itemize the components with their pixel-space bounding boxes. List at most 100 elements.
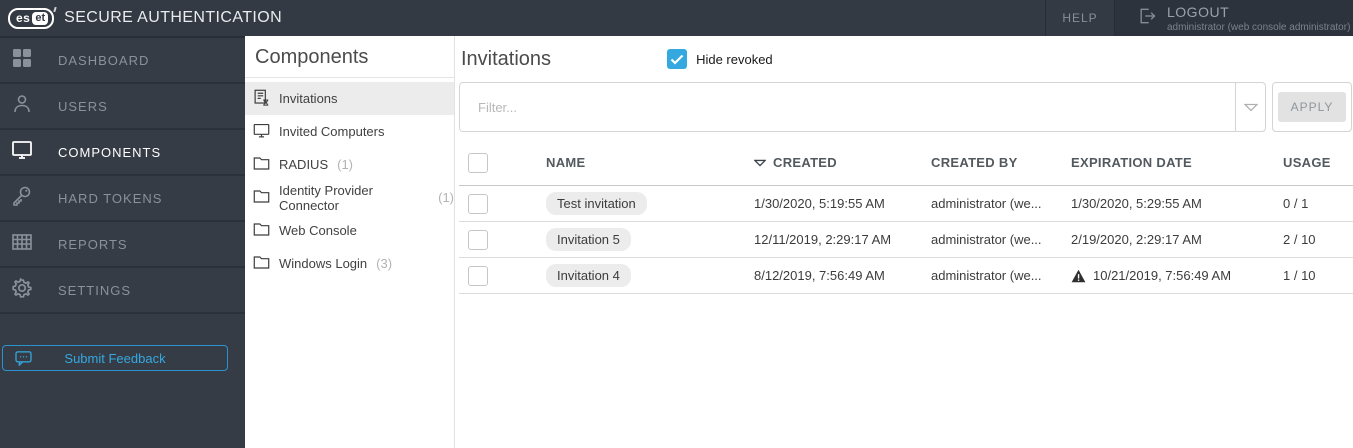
sidebar-item-label: SETTINGS <box>58 282 132 298</box>
invitations-table: NAME CREATED CREATED BY EXPIRATION DATE … <box>459 140 1353 294</box>
column-header-created[interactable]: CREATED <box>754 155 931 170</box>
usage-cell: 2 / 10 <box>1283 232 1316 247</box>
expiration-cell: 10/21/2019, 7:56:49 AM <box>1071 268 1283 283</box>
key-icon <box>10 184 34 213</box>
invitation-name-badge: Invitation 4 <box>546 264 631 287</box>
top-bar: es et SECURE AUTHENTICATION HELP LOGOUT … <box>0 0 1353 36</box>
column-header-usage[interactable]: USAGE <box>1283 155 1353 170</box>
submit-feedback-label: Submit Feedback <box>64 350 166 366</box>
components-item-invitations[interactable]: Invitations <box>245 82 454 115</box>
created-cell: 12/11/2019, 2:29:17 AM <box>754 232 892 247</box>
folder-icon <box>253 188 270 208</box>
filter-input[interactable] <box>460 83 1235 131</box>
components-item-label: Web Console <box>279 223 357 238</box>
column-header-created-by[interactable]: CREATED BY <box>931 155 1071 170</box>
row-checkbox[interactable] <box>468 265 488 286</box>
components-item-label: Identity Provider Connector <box>279 182 373 213</box>
folder-icon <box>253 155 270 175</box>
table-row[interactable]: Invitation 4 8/12/2019, 7:56:49 AM admin… <box>459 258 1353 294</box>
usage-cell: 1 / 10 <box>1283 268 1316 283</box>
eset-logo: es et <box>8 7 55 29</box>
chevron-down-icon <box>1243 103 1258 111</box>
table-row[interactable]: Test invitation 1/30/2020, 5:19:55 AM ad… <box>459 186 1353 222</box>
table-row[interactable]: Invitation 5 12/11/2019, 2:29:17 AM admi… <box>459 222 1353 258</box>
page-title: Invitations <box>461 47 552 70</box>
invitations-view: Invitations Hide revoked Filter... APPLY… <box>455 36 1353 448</box>
components-item-label: Invitations <box>279 91 338 106</box>
invitation-list-icon <box>253 89 270 109</box>
column-header-name[interactable]: NAME <box>546 155 754 170</box>
table-header-row: NAME CREATED CREATED BY EXPIRATION DATE … <box>459 140 1353 186</box>
dashboard-icon <box>10 46 34 75</box>
help-button[interactable]: HELP <box>1046 0 1114 36</box>
brand-area: es et SECURE AUTHENTICATION <box>0 0 1045 36</box>
gear-icon <box>10 276 34 305</box>
logout-label: LOGOUT <box>1167 4 1230 20</box>
sidebar-item-reports[interactable]: REPORTS <box>0 222 245 268</box>
apply-button[interactable]: APPLY <box>1278 92 1346 122</box>
sidebar-item-dashboard[interactable]: DASHBOARD <box>0 38 245 84</box>
row-checkbox[interactable] <box>468 229 488 250</box>
monitor-icon <box>10 138 34 167</box>
created-by-cell: administrator (we... <box>931 196 1042 211</box>
components-panel-title: Components <box>245 36 454 78</box>
sidebar-item-components[interactable]: COMPONENTS <box>0 130 245 176</box>
sidebar-item-label: HARD TOKENS <box>58 190 163 206</box>
created-cell: 1/30/2020, 5:19:55 AM <box>754 196 885 211</box>
submit-feedback-button[interactable]: Submit Feedback <box>2 345 228 371</box>
components-item-count: (1) <box>438 190 454 205</box>
filter-box <box>459 82 1266 132</box>
expired-warning-icon <box>1071 269 1086 283</box>
logout-icon <box>1137 4 1157 36</box>
main-nav-sidebar: DASHBOARD USERS COMPONENTS HARD TOKENS R… <box>0 36 245 448</box>
eset-logo-text-boxed: et <box>32 11 49 25</box>
app-title: SECURE AUTHENTICATION <box>64 9 283 26</box>
components-item-count: (1) <box>337 157 354 172</box>
created-cell: 8/12/2019, 7:56:49 AM <box>754 268 885 283</box>
invitations-header: Invitations Hide revoked <box>459 36 1353 82</box>
filter-row: APPLY <box>459 82 1352 132</box>
sidebar-item-label: REPORTS <box>58 236 128 252</box>
report-grid-icon <box>10 230 34 259</box>
sidebar-item-label: USERS <box>58 98 108 114</box>
components-list: Invitations Invited Computers RADIUS (1)… <box>245 78 454 280</box>
components-item-identity-provider-connector[interactable]: Identity Provider Connector (1) <box>245 181 454 214</box>
expiration-cell: 2/19/2020, 2:29:17 AM <box>1071 232 1202 247</box>
components-item-radius[interactable]: RADIUS (1) <box>245 148 454 181</box>
select-all-checkbox[interactable] <box>468 152 488 173</box>
sidebar-item-settings[interactable]: SETTINGS <box>0 268 245 314</box>
created-by-cell: administrator (we... <box>931 232 1042 247</box>
sidebar-item-users[interactable]: USERS <box>0 84 245 130</box>
hide-revoked-checkbox[interactable] <box>667 49 688 69</box>
components-panel: Components Invitations Invited Computers… <box>245 36 455 448</box>
sidebar-item-hard-tokens[interactable]: HARD TOKENS <box>0 176 245 222</box>
components-item-count: (3) <box>376 256 393 271</box>
logout-text-block: LOGOUT administrator (web console admini… <box>1167 4 1350 36</box>
column-header-expiration-date[interactable]: EXPIRATION DATE <box>1071 155 1283 170</box>
components-item-invited-computers[interactable]: Invited Computers <box>245 115 454 148</box>
invitation-name-badge: Test invitation <box>546 192 647 215</box>
sort-desc-icon <box>754 159 766 167</box>
monitor-icon <box>253 122 270 142</box>
sidebar-item-label: DASHBOARD <box>58 52 150 68</box>
logout-button[interactable]: LOGOUT administrator (web console admini… <box>1115 0 1353 36</box>
created-by-cell: administrator (we... <box>931 268 1042 283</box>
checkmark-icon <box>670 54 684 65</box>
components-item-label: RADIUS <box>279 157 329 172</box>
eset-logo-text: es <box>16 11 31 25</box>
eset-secure-authentication-console: es et SECURE AUTHENTICATION HELP LOGOUT … <box>0 0 1353 448</box>
user-icon <box>10 92 34 121</box>
apply-button-container: APPLY <box>1272 82 1352 132</box>
logged-in-user: administrator (web console administrator… <box>1167 22 1351 33</box>
expiration-cell: 1/30/2020, 5:29:55 AM <box>1071 196 1202 211</box>
row-checkbox[interactable] <box>468 193 488 214</box>
folder-icon <box>253 254 270 274</box>
components-item-label: Windows Login <box>279 256 368 271</box>
hide-revoked-toggle[interactable]: Hide revoked <box>667 49 773 69</box>
invitation-name-badge: Invitation 5 <box>546 228 631 251</box>
filter-dropdown-button[interactable] <box>1235 83 1265 131</box>
components-item-windows-login[interactable]: Windows Login (3) <box>245 247 454 280</box>
sidebar-item-label: COMPONENTS <box>58 144 162 160</box>
components-item-web-console[interactable]: Web Console <box>245 214 454 247</box>
